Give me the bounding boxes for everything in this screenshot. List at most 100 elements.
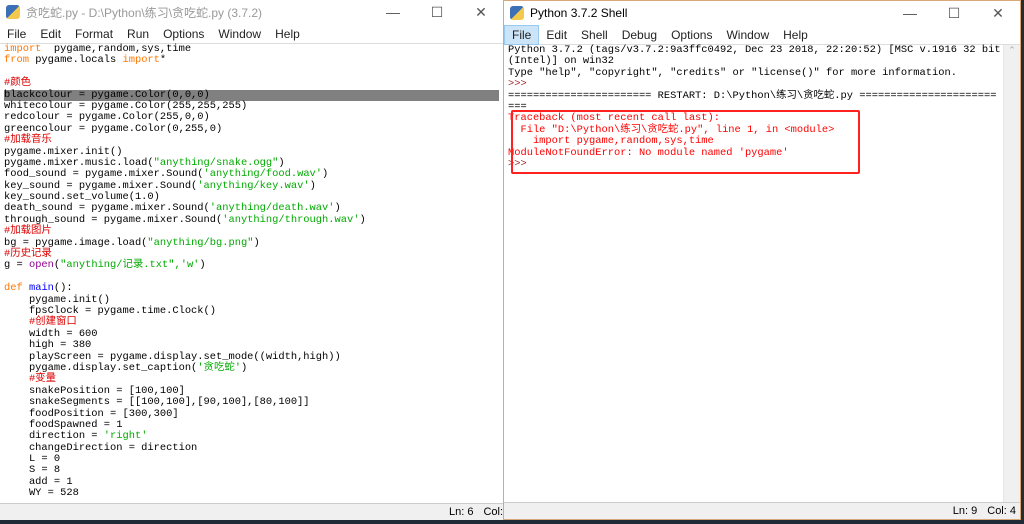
code-token: #变量 bbox=[4, 373, 56, 386]
code-line: bg = pygame.image.load("anything/bg.png"… bbox=[4, 236, 499, 249]
code-editor[interactable]: import pygame,random,sys,time from pygame… bbox=[4, 43, 499, 500]
code-token: pygame.init() bbox=[4, 293, 111, 306]
maximize-button[interactable]: ☐ bbox=[932, 5, 976, 22]
editor-title: 贪吃蛇.py - D:\Python\练习\贪吃蛇.py (3.7.2) bbox=[26, 5, 263, 20]
menu-debug[interactable]: Debug bbox=[615, 26, 664, 44]
menu-window[interactable]: Window bbox=[211, 25, 268, 43]
code-token: from bbox=[4, 54, 29, 67]
code-token: ) bbox=[240, 361, 248, 374]
code-token: pygame.locals bbox=[28, 54, 123, 67]
menu-shell[interactable]: Shell bbox=[574, 26, 615, 44]
code-token: death_sound = pygame.mixer.Sound( bbox=[4, 202, 210, 215]
menu-window[interactable]: Window bbox=[719, 26, 776, 44]
menu-edit[interactable]: Edit bbox=[539, 26, 574, 44]
error-highlight-box bbox=[511, 110, 860, 174]
shell-statusbar: Ln: 9 Col: 4 bbox=[504, 502, 1020, 519]
shell-title: Python 3.7.2 Shell bbox=[530, 6, 628, 20]
menu-help[interactable]: Help bbox=[776, 26, 815, 44]
code-token: open bbox=[28, 259, 54, 272]
python-file-icon bbox=[6, 5, 20, 19]
code-token: g = bbox=[4, 259, 29, 272]
code-token: #加载图片 bbox=[4, 225, 52, 238]
code-token: ) bbox=[359, 213, 366, 226]
code-token: Python 3.7.2 (tags/v3.7.2:9a3ffc0492, De… bbox=[508, 44, 1001, 56]
code-token: ) bbox=[199, 259, 206, 272]
maximize-button[interactable]: ☐ bbox=[415, 4, 459, 21]
code-token: 'right' bbox=[103, 430, 148, 443]
code-token: key_sound = pygame.mixer.Sound( bbox=[4, 179, 198, 192]
code-token: "anything/bg.png" bbox=[147, 236, 254, 249]
menu-edit[interactable]: Edit bbox=[33, 25, 68, 43]
shell-titlebar: Python 3.7.2 Shell — ☐ ✕ bbox=[504, 1, 1020, 25]
code-token: greencolour = pygame.Color(0,255,0) bbox=[4, 122, 223, 135]
code-token: S = 8 bbox=[4, 464, 61, 477]
python-icon bbox=[510, 6, 524, 20]
minimize-button[interactable]: — bbox=[371, 4, 415, 21]
code-token: playScreen = pygame.display.set_mode((wi… bbox=[4, 350, 341, 363]
code-token: ======================= RESTART: D:\Pyth… bbox=[508, 89, 997, 102]
code-line: Type "help", "copyright", "credits" or "… bbox=[508, 67, 998, 79]
code-token: import bbox=[4, 43, 42, 55]
menu-options[interactable]: Options bbox=[156, 25, 211, 43]
code-token: food_sound = pygame.mixer.Sound( bbox=[4, 168, 204, 181]
code-token: foodSpawned = 1 bbox=[4, 418, 123, 431]
code-token: pygame.mixer.music.load( bbox=[4, 156, 154, 169]
code-token: add = 1 bbox=[4, 475, 73, 488]
code-line: from pygame.locals import* bbox=[4, 55, 499, 66]
code-line: ======================= RESTART: D:\Pyth… bbox=[508, 89, 998, 102]
code-token: ) bbox=[309, 179, 316, 192]
code-token: "anything/记录.txt",'w' bbox=[60, 259, 200, 272]
code-token: main bbox=[28, 282, 54, 295]
editor-window: 贪吃蛇.py - D:\Python\练习\贪吃蛇.py (3.7.2) — ☐ ✕… bbox=[0, 0, 504, 520]
code-token: ) bbox=[322, 168, 329, 181]
code-token: >>> bbox=[508, 78, 533, 91]
menu-help[interactable]: Help bbox=[268, 25, 307, 43]
close-button[interactable]: ✕ bbox=[459, 4, 503, 21]
code-token: L = 0 bbox=[4, 453, 61, 466]
code-line: through_sound = pygame.mixer.Sound('anyt… bbox=[4, 213, 499, 226]
code-line: pygame.display.set_caption('贪吃蛇') bbox=[4, 361, 499, 374]
code-token: foodPosition = [300,300] bbox=[4, 407, 179, 420]
code-token: whitecolour = pygame.Color(255,255,255) bbox=[4, 99, 248, 112]
code-token: blackcolour = pygame.Color(0,0,0) bbox=[4, 88, 210, 101]
code-token: #颜色 bbox=[4, 77, 32, 90]
code-token: 'anything/death.wav' bbox=[209, 202, 335, 215]
code-token: pygame,random,sys,time bbox=[41, 43, 192, 55]
close-button[interactable]: ✕ bbox=[976, 5, 1020, 22]
code-token: WY = 528 bbox=[4, 487, 79, 500]
code-token: (): bbox=[53, 282, 73, 295]
code-token: ) bbox=[253, 236, 260, 249]
code-token: ) bbox=[278, 156, 285, 169]
code-line: changeDirection = direction bbox=[4, 442, 499, 454]
code-token: #创建窗口 bbox=[4, 316, 77, 329]
column-number: Col: 4 bbox=[987, 505, 1016, 517]
code-token: ) bbox=[334, 202, 341, 215]
code-token: key_sound.set_volume(1.0) bbox=[4, 191, 160, 204]
menu-format[interactable]: Format bbox=[68, 25, 120, 43]
code-token: pygame.mixer.init() bbox=[4, 145, 123, 158]
code-token: #加载音乐 bbox=[4, 134, 52, 147]
minimize-button[interactable]: — bbox=[888, 5, 932, 22]
code-token: * bbox=[159, 54, 167, 67]
menu-file[interactable]: File bbox=[0, 25, 33, 43]
code-token: def bbox=[4, 282, 23, 295]
scroll-up-icon[interactable]: ⌃ bbox=[1004, 45, 1020, 56]
menu-options[interactable]: Options bbox=[664, 26, 719, 44]
line-number: Ln: 9 bbox=[952, 505, 978, 517]
code-token: import bbox=[122, 54, 160, 67]
code-token: bg = pygame.image.load( bbox=[4, 236, 148, 249]
code-line: WY = 528 bbox=[4, 488, 499, 499]
menu-run[interactable]: Run bbox=[120, 25, 156, 43]
shell-window: Python 3.7.2 Shell — ☐ ✕ File Edit Shell Debu… bbox=[503, 0, 1021, 520]
code-token: redcolour = pygame.Color(255,0,0) bbox=[4, 111, 210, 124]
vertical-scrollbar[interactable]: ⌃ bbox=[1003, 45, 1020, 502]
code-token: direction = bbox=[4, 430, 104, 443]
taskbar bbox=[0, 520, 1024, 524]
editor-menubar: File Edit Format Run Options Window Help bbox=[0, 24, 503, 44]
menu-file[interactable]: File bbox=[504, 24, 540, 45]
shell-menubar: File Edit Shell Debug Options Window Help bbox=[504, 24, 1020, 45]
code-line: S = 8 bbox=[4, 465, 499, 476]
code-token: 'anything/food.wav' bbox=[203, 168, 323, 181]
code-token: 'anything/key.wav' bbox=[197, 179, 310, 192]
